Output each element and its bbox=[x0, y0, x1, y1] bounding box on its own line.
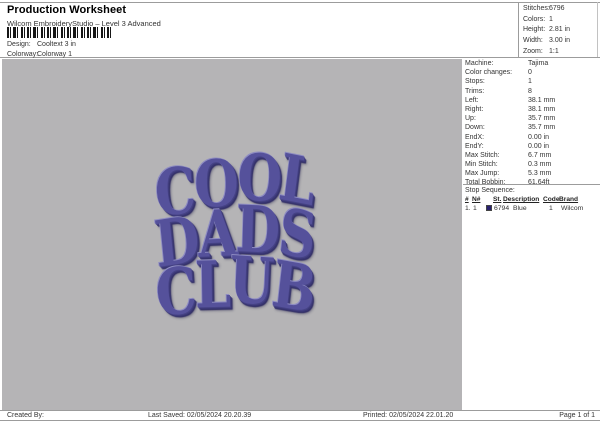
machine-row-value: 0.00 in bbox=[528, 142, 550, 150]
embroidery-design-cool-dads-club: COOLDADSCLUB bbox=[152, 139, 319, 331]
design-label: Design: bbox=[7, 41, 31, 48]
thread-color-swatch bbox=[486, 205, 492, 211]
colorway-label: Colorway: bbox=[7, 51, 39, 58]
machine-row-label: Total Bobbin: bbox=[465, 179, 506, 187]
machine-row-value: 35.7 mm bbox=[528, 124, 556, 132]
production-worksheet-page: Production Worksheet Wilcom EmbroiderySt… bbox=[0, 0, 600, 424]
footer-printed: Printed: 02/05/2024 22.01.20 bbox=[363, 412, 454, 419]
design-letter: L bbox=[194, 247, 230, 323]
machine-row-label: Machine: bbox=[465, 60, 494, 67]
machine-row: Down: 35.7 mm bbox=[465, 124, 598, 133]
barcode-icon bbox=[7, 27, 111, 38]
footer-last-saved: Last Saved: 02/05/2024 20.20.39 bbox=[148, 412, 252, 419]
machine-row-label: Trims: bbox=[465, 87, 485, 95]
machine-row: Stops: 1 bbox=[465, 78, 598, 87]
stop-row-brand: Wilcom bbox=[561, 205, 584, 212]
stat-label: Colors: bbox=[523, 15, 546, 23]
machine-row: Max Stitch: 6.7 mm bbox=[465, 152, 598, 161]
stop-row-description: Blue bbox=[513, 205, 527, 212]
panel-divider-rule bbox=[463, 184, 600, 185]
design-letter: C bbox=[153, 252, 198, 332]
machine-row-value: 8 bbox=[528, 87, 532, 95]
header-rule bbox=[0, 57, 600, 58]
stop-row-stitches: 6794 bbox=[494, 205, 510, 212]
stat-value: 3.00 in bbox=[549, 37, 571, 45]
page-title: Production Worksheet bbox=[7, 4, 127, 16]
design-letter: U bbox=[227, 242, 275, 320]
design-stats-box: Stitches: 6796 Colors: 1 Height: 2.81 in Wi… bbox=[518, 2, 598, 57]
stat-label: Stitches: bbox=[523, 5, 550, 12]
footer-created-by: Created By: bbox=[7, 412, 44, 419]
machine-row-label: Left: bbox=[465, 96, 479, 104]
stat-label: Width: bbox=[523, 37, 543, 45]
machine-row-value: 38.1 mm bbox=[528, 105, 556, 113]
machine-row: Color changes: 0 bbox=[465, 69, 598, 78]
stat-row-zoom: Zoom: 1:1 bbox=[523, 48, 597, 59]
stop-row-needle: 1 bbox=[473, 205, 477, 212]
machine-row-label: EndY: bbox=[465, 142, 484, 150]
footer-page-number: Page 1 of 1 bbox=[559, 412, 595, 419]
stat-value: 1:1 bbox=[549, 47, 559, 55]
machine-row-label: Down: bbox=[465, 124, 485, 132]
design-meta-row: Design: Cooltext 3 in bbox=[7, 41, 76, 48]
stat-row-height: Height: 2.81 in bbox=[523, 26, 597, 37]
footer-bottom-rule bbox=[0, 420, 600, 421]
stop-sequence-title: Stop Sequence: bbox=[465, 187, 515, 194]
stat-row-width: Width: 3.00 in bbox=[523, 37, 597, 48]
machine-row-value: 0.00 in bbox=[528, 133, 550, 141]
machine-row: Right: 38.1 mm bbox=[465, 106, 598, 115]
colorway-value: Colorway 1 bbox=[37, 51, 73, 58]
machine-row-value: 1 bbox=[528, 78, 532, 86]
stop-col-code: Code bbox=[543, 196, 560, 203]
design-line: CLUB bbox=[153, 242, 318, 331]
stat-label: Zoom: bbox=[523, 47, 543, 55]
stop-col-description: Description bbox=[503, 196, 540, 203]
design-letter: B bbox=[268, 246, 319, 328]
machine-row-label: Min Stitch: bbox=[465, 161, 498, 169]
machine-row: Trims: 8 bbox=[465, 88, 598, 97]
machine-row-value: 5.3 mm bbox=[528, 170, 552, 178]
machine-row-value: 61.64ft bbox=[528, 179, 550, 187]
machine-row-label: Color changes: bbox=[465, 69, 513, 77]
machine-row-label: EndX: bbox=[465, 133, 485, 141]
machine-row-value: 6.7 mm bbox=[528, 151, 552, 159]
machine-row: Left: 38.1 mm bbox=[465, 97, 598, 106]
machine-row-value: 0 bbox=[528, 69, 532, 77]
machine-row: Min Stitch: 0.3 mm bbox=[465, 161, 598, 170]
stop-col-needle: N# bbox=[472, 196, 481, 203]
stat-value: 2.81 in bbox=[549, 26, 571, 34]
machine-row-label: Stops: bbox=[465, 78, 485, 86]
footer-top-rule bbox=[0, 410, 600, 411]
machine-row: Up: 35.7 mm bbox=[465, 115, 598, 124]
stat-value: 6796 bbox=[549, 5, 565, 12]
design-value: Cooltext 3 in bbox=[37, 41, 76, 48]
machine-row-label: Up: bbox=[465, 115, 476, 123]
machine-info-panel: Machine: Tajima Color changes: 0 Stops: 1 T… bbox=[465, 60, 598, 189]
stat-row-stitches: Stitches: 6796 bbox=[523, 5, 597, 16]
stop-col-brand: Brand bbox=[559, 196, 579, 203]
stop-row-code: 1 bbox=[549, 205, 553, 212]
machine-row-value: 35.7 mm bbox=[528, 115, 556, 123]
stop-row-num: 1. bbox=[465, 205, 471, 212]
machine-row: EndY: 0.00 in bbox=[465, 143, 598, 152]
machine-row-value: Tajima bbox=[528, 60, 549, 67]
design-canvas: COOLDADSCLUB bbox=[2, 59, 462, 411]
top-rule bbox=[0, 2, 600, 3]
machine-row: EndX: 0.00 in bbox=[465, 134, 598, 143]
machine-row-label: Max Jump: bbox=[465, 170, 500, 178]
stat-value: 1 bbox=[549, 15, 553, 23]
stat-row-colors: Colors: 1 bbox=[523, 16, 597, 27]
stop-col-stitches: St. bbox=[493, 196, 502, 203]
stat-label: Height: bbox=[523, 26, 546, 34]
stop-col-num: # bbox=[465, 196, 469, 203]
machine-row-value: 38.1 mm bbox=[528, 96, 556, 104]
machine-row: Machine: Tajima bbox=[465, 60, 598, 69]
colorway-meta-row: Colorway:Colorway 1 bbox=[7, 51, 72, 58]
machine-row: Max Jump: 5.3 mm bbox=[465, 170, 598, 179]
machine-row-value: 0.3 mm bbox=[528, 161, 552, 169]
machine-row-label: Right: bbox=[465, 105, 484, 113]
machine-row-label: Max Stitch: bbox=[465, 151, 500, 159]
